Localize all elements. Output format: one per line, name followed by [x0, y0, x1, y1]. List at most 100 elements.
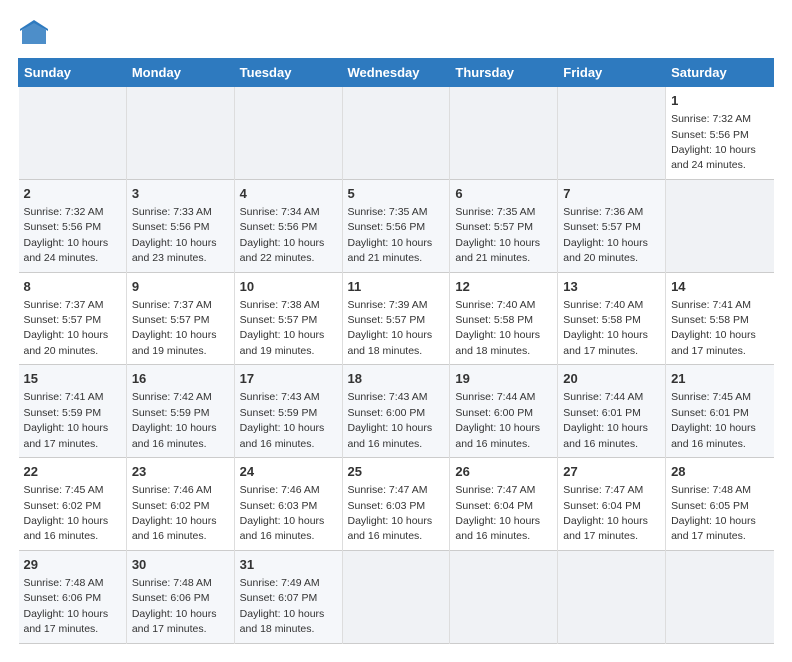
day-number: 24	[240, 463, 337, 481]
day-cell: 10 Sunrise: 7:38 AM Sunset: 5:57 PM Dayli…	[234, 272, 342, 365]
day-cell: 30Sunrise: 7:48 AM Sunset: 6:06 PM Dayli…	[126, 550, 234, 643]
day-info: Sunrise: 7:44 AM Sunset: 6:00 PM Dayligh…	[455, 391, 540, 449]
day-number: 22	[24, 463, 121, 481]
day-info: Sunrise: 7:38 AM Sunset: 5:57 PM Dayligh…	[240, 299, 325, 357]
week-row-1: 2 Sunrise: 7:32 AM Sunset: 5:56 PM Daylig…	[19, 179, 774, 272]
day-info: Sunrise: 7:36 AM Sunset: 5:57 PM Dayligh…	[563, 206, 648, 264]
day-info: Sunrise: 7:46 AM Sunset: 6:02 PM Dayligh…	[132, 484, 217, 542]
day-info: Sunrise: 7:34 AM Sunset: 5:56 PM Dayligh…	[240, 206, 325, 264]
day-info: Sunrise: 7:45 AM Sunset: 6:02 PM Dayligh…	[24, 484, 109, 542]
day-cell: 26 Sunrise: 7:47 AM Sunset: 6:04 PM Dayli…	[450, 458, 558, 551]
day-cell: 19 Sunrise: 7:44 AM Sunset: 6:00 PM Dayli…	[450, 365, 558, 458]
day-info: Sunrise: 7:48 AM Sunset: 6:05 PM Dayligh…	[671, 484, 756, 542]
day-cell	[558, 87, 666, 180]
day-number: 13	[563, 278, 660, 296]
day-number: 3	[132, 185, 229, 203]
day-cell: 7 Sunrise: 7:36 AM Sunset: 5:57 PM Daylig…	[558, 179, 666, 272]
day-number: 20	[563, 370, 660, 388]
day-info: Sunrise: 7:47 AM Sunset: 6:04 PM Dayligh…	[455, 484, 540, 542]
day-cell: 23 Sunrise: 7:46 AM Sunset: 6:02 PM Dayli…	[126, 458, 234, 551]
week-row-4: 22 Sunrise: 7:45 AM Sunset: 6:02 PM Dayli…	[19, 458, 774, 551]
day-number: 14	[671, 278, 768, 296]
day-info: Sunrise: 7:32 AM Sunset: 5:56 PM Dayligh…	[24, 206, 109, 264]
logo-icon	[18, 18, 50, 50]
day-cell: 8 Sunrise: 7:37 AM Sunset: 5:57 PM Daylig…	[19, 272, 127, 365]
day-cell	[234, 87, 342, 180]
day-cell: 29 Sunrise: 7:48 AM Sunset: 6:06 PM Dayli…	[19, 550, 127, 643]
day-cell: 20 Sunrise: 7:44 AM Sunset: 6:01 PM Dayli…	[558, 365, 666, 458]
day-number: 31	[240, 556, 337, 574]
day-cell: 21Sunrise: 7:45 AM Sunset: 6:01 PM Dayli…	[666, 365, 774, 458]
day-cell	[342, 87, 450, 180]
day-number: 16	[132, 370, 229, 388]
day-info: Sunrise: 7:39 AM Sunset: 5:57 PM Dayligh…	[348, 299, 433, 357]
day-info: Sunrise: 7:41 AM Sunset: 5:59 PM Dayligh…	[24, 391, 109, 449]
day-cell	[666, 179, 774, 272]
day-info: Sunrise: 7:37 AM Sunset: 5:57 PM Dayligh…	[24, 299, 109, 357]
header-cell-wednesday: Wednesday	[342, 59, 450, 87]
day-cell: 31 Sunrise: 7:49 AM Sunset: 6:07 PM Dayli…	[234, 550, 342, 643]
day-info: Sunrise: 7:40 AM Sunset: 5:58 PM Dayligh…	[563, 299, 648, 357]
day-cell: 17 Sunrise: 7:43 AM Sunset: 5:59 PM Dayli…	[234, 365, 342, 458]
day-cell: 13 Sunrise: 7:40 AM Sunset: 5:58 PM Dayli…	[558, 272, 666, 365]
day-number: 7	[563, 185, 660, 203]
day-info: Sunrise: 7:47 AM Sunset: 6:04 PM Dayligh…	[563, 484, 648, 542]
day-info: Sunrise: 7:35 AM Sunset: 5:57 PM Dayligh…	[455, 206, 540, 264]
day-number: 26	[455, 463, 552, 481]
day-info: Sunrise: 7:44 AM Sunset: 6:01 PM Dayligh…	[563, 391, 648, 449]
day-number: 25	[348, 463, 445, 481]
day-cell: 12 Sunrise: 7:40 AM Sunset: 5:58 PM Dayli…	[450, 272, 558, 365]
header-cell-friday: Friday	[558, 59, 666, 87]
day-number: 23	[132, 463, 229, 481]
day-info: Sunrise: 7:33 AM Sunset: 5:56 PM Dayligh…	[132, 206, 217, 264]
day-cell: 28 Sunrise: 7:48 AM Sunset: 6:05 PM Dayli…	[666, 458, 774, 551]
day-info: Sunrise: 7:47 AM Sunset: 6:03 PM Dayligh…	[348, 484, 433, 542]
day-number: 15	[24, 370, 121, 388]
day-info: Sunrise: 7:49 AM Sunset: 6:07 PM Dayligh…	[240, 577, 325, 635]
header-cell-thursday: Thursday	[450, 59, 558, 87]
day-number: 17	[240, 370, 337, 388]
day-number: 6	[455, 185, 552, 203]
day-info: Sunrise: 7:40 AM Sunset: 5:58 PM Dayligh…	[455, 299, 540, 357]
header-cell-monday: Monday	[126, 59, 234, 87]
day-number: 19	[455, 370, 552, 388]
day-number: 28	[671, 463, 768, 481]
day-info: Sunrise: 7:48 AM Sunset: 6:06 PM Dayligh…	[24, 577, 109, 635]
day-cell: 22 Sunrise: 7:45 AM Sunset: 6:02 PM Dayli…	[19, 458, 127, 551]
day-number: 2	[24, 185, 121, 203]
day-info: Sunrise: 7:46 AM Sunset: 6:03 PM Dayligh…	[240, 484, 325, 542]
day-number: 29	[24, 556, 121, 574]
day-cell: 9Sunrise: 7:37 AM Sunset: 5:57 PM Daylig…	[126, 272, 234, 365]
week-row-3: 15 Sunrise: 7:41 AM Sunset: 5:59 PM Dayli…	[19, 365, 774, 458]
day-cell: 15 Sunrise: 7:41 AM Sunset: 5:59 PM Dayli…	[19, 365, 127, 458]
day-cell	[342, 550, 450, 643]
header-cell-tuesday: Tuesday	[234, 59, 342, 87]
day-cell: 2 Sunrise: 7:32 AM Sunset: 5:56 PM Daylig…	[19, 179, 127, 272]
header-cell-saturday: Saturday	[666, 59, 774, 87]
day-info: Sunrise: 7:42 AM Sunset: 5:59 PM Dayligh…	[132, 391, 217, 449]
week-row-0: 1Sunrise: 7:32 AM Sunset: 5:56 PM Daylig…	[19, 87, 774, 180]
week-row-2: 8 Sunrise: 7:37 AM Sunset: 5:57 PM Daylig…	[19, 272, 774, 365]
day-cell: 27Sunrise: 7:47 AM Sunset: 6:04 PM Dayli…	[558, 458, 666, 551]
day-cell: 25 Sunrise: 7:47 AM Sunset: 6:03 PM Dayli…	[342, 458, 450, 551]
day-info: Sunrise: 7:32 AM Sunset: 5:56 PM Dayligh…	[671, 113, 756, 171]
day-info: Sunrise: 7:43 AM Sunset: 5:59 PM Dayligh…	[240, 391, 325, 449]
day-number: 18	[348, 370, 445, 388]
day-number: 30	[132, 556, 229, 574]
calendar-table: SundayMondayTuesdayWednesdayThursdayFrid…	[18, 58, 774, 644]
day-info: Sunrise: 7:41 AM Sunset: 5:58 PM Dayligh…	[671, 299, 756, 357]
day-cell	[558, 550, 666, 643]
day-cell: 6 Sunrise: 7:35 AM Sunset: 5:57 PM Daylig…	[450, 179, 558, 272]
logo	[18, 18, 54, 50]
day-number: 10	[240, 278, 337, 296]
day-cell	[450, 550, 558, 643]
day-cell	[19, 87, 127, 180]
header-row: SundayMondayTuesdayWednesdayThursdayFrid…	[19, 59, 774, 87]
day-number: 8	[24, 278, 121, 296]
day-info: Sunrise: 7:37 AM Sunset: 5:57 PM Dayligh…	[132, 299, 217, 357]
day-cell: 1Sunrise: 7:32 AM Sunset: 5:56 PM Daylig…	[666, 87, 774, 180]
day-number: 11	[348, 278, 445, 296]
day-number: 12	[455, 278, 552, 296]
day-cell: 18Sunrise: 7:43 AM Sunset: 6:00 PM Dayli…	[342, 365, 450, 458]
day-cell: 14 Sunrise: 7:41 AM Sunset: 5:58 PM Dayli…	[666, 272, 774, 365]
